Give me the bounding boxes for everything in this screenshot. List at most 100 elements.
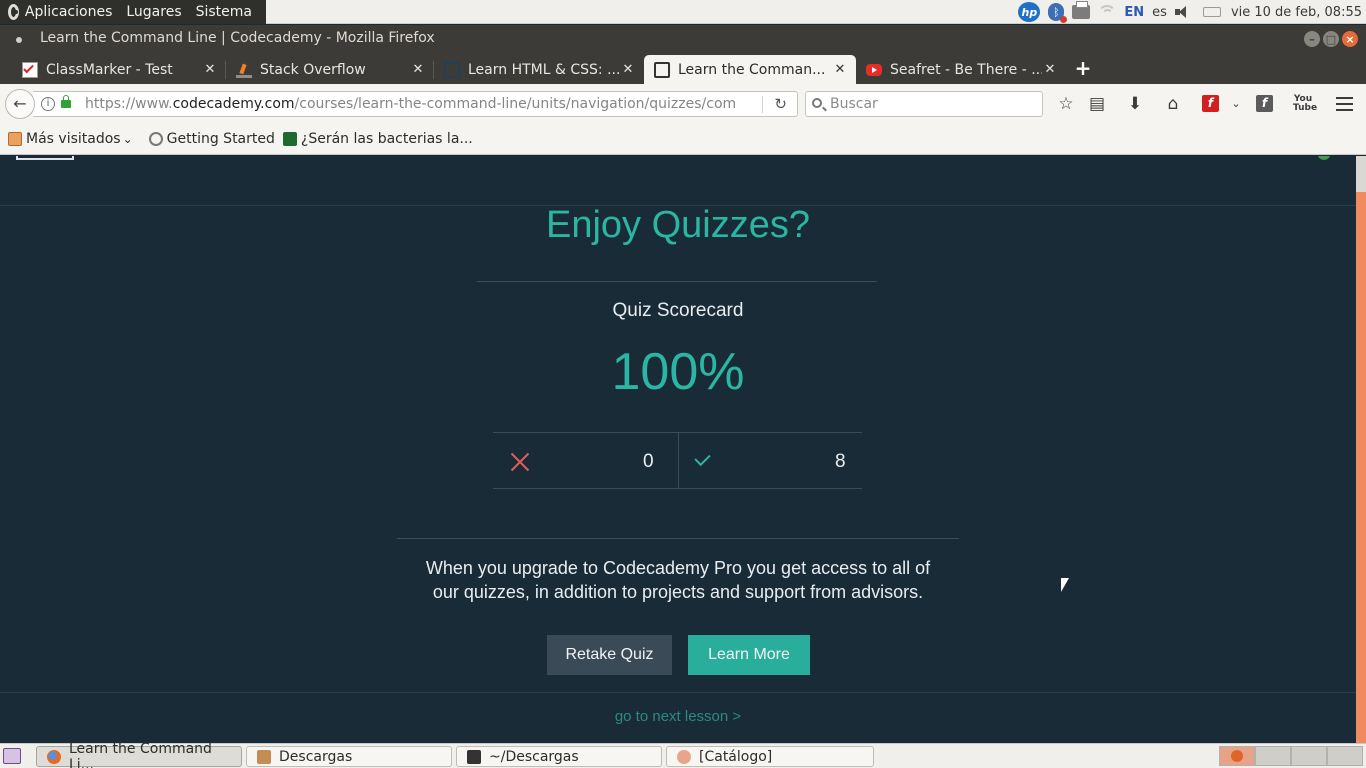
window-title: Learn the Command Line | Codecademy - Mo… — [40, 30, 435, 46]
next-lesson-link[interactable]: go to next lesson > — [0, 708, 1356, 725]
close-tab-icon[interactable]: ✕ — [1042, 62, 1058, 77]
hp-printer-tray-icon[interactable]: hp — [1018, 2, 1041, 22]
firefox-icon — [47, 749, 61, 764]
clock[interactable]: vie 10 de feb, 08:55 — [1231, 5, 1362, 20]
new-tab-button[interactable]: + — [1072, 57, 1094, 79]
chevron-down-icon: ⌄ — [122, 132, 133, 146]
right-count: 8 — [835, 451, 846, 472]
show-desktop-button[interactable] — [3, 748, 21, 764]
chevron-down-icon[interactable]: ⌄ — [1226, 94, 1246, 114]
window-menu-icon[interactable] — [16, 37, 22, 43]
taskbar-label: Learn the Command Li... — [68, 740, 212, 768]
url-separator — [762, 96, 763, 113]
search-icon — [812, 98, 822, 108]
wifi-icon[interactable] — [1098, 5, 1117, 19]
divider — [477, 281, 877, 282]
codecademy-logo[interactable] — [16, 156, 74, 160]
volume-icon[interactable] — [1174, 5, 1195, 19]
workspace-2[interactable] — [1255, 746, 1291, 766]
url-bar[interactable]: i https://www.codecademy.com/courses/lea… — [33, 91, 798, 117]
close-tab-icon[interactable]: ✕ — [620, 62, 636, 77]
youtube-icon — [866, 63, 882, 76]
tab-strip: ClassMarker - Test ✕ Stack Overflow ✕ Le… — [0, 53, 1366, 84]
workspace-3[interactable] — [1291, 746, 1327, 766]
page-scrollbar[interactable] — [1356, 156, 1366, 743]
minimize-button[interactable]: – — [1304, 31, 1320, 47]
bookmark-label: Getting Started — [166, 131, 275, 147]
menu-icon[interactable] — [1336, 97, 1353, 111]
upgrade-line: our quizzes, in addition to projects and… — [432, 582, 924, 602]
taskbar-item-descargas[interactable]: Descargas — [246, 746, 452, 767]
url-text[interactable]: https://www.codecademy.com/courses/learn… — [85, 96, 740, 112]
tab-label: ClassMarker - Test — [46, 61, 173, 78]
lock-icon[interactable] — [61, 95, 71, 108]
retake-quiz-button[interactable]: Retake Quiz — [547, 635, 672, 675]
workspace-1[interactable] — [1219, 746, 1255, 766]
bookmark-getting-started[interactable]: Getting Started — [148, 131, 275, 147]
language-indicator[interactable]: es — [1152, 5, 1167, 20]
globe-icon — [148, 132, 163, 146]
menu-lugares[interactable]: Lugares — [126, 4, 181, 20]
taskbar-item-catalogo[interactable]: [Catálogo] — [666, 746, 874, 767]
score-breakdown: 0 8 — [493, 432, 862, 489]
reading-list-icon[interactable]: ▤ — [1087, 94, 1107, 114]
mouse-cursor-icon — [1060, 577, 1070, 593]
download-icon[interactable]: ⬇ — [1125, 94, 1145, 114]
bluetooth-icon[interactable]: ᛒ — [1048, 3, 1068, 23]
page-content: Enjoy Quizzes? Quiz Scorecard 100% 0 8 W… — [0, 156, 1356, 743]
tab-label: Seafret - Be There - ... — [890, 61, 1042, 78]
terminal-icon — [467, 749, 481, 764]
workspace-4[interactable] — [1327, 746, 1363, 766]
home-icon[interactable]: ⌂ — [1163, 94, 1183, 114]
youtube-addon-icon[interactable]: You Tube — [1293, 94, 1317, 114]
battery-icon[interactable] — [1202, 7, 1221, 17]
taskbar-item-firefox[interactable]: Learn the Command Li... — [36, 741, 242, 768]
tab-classmarker[interactable]: ClassMarker - Test ✕ — [12, 55, 226, 84]
quiz-title: Enjoy Quizzes? — [545, 204, 810, 246]
user-avatar[interactable] — [1318, 156, 1330, 160]
close-tab-icon[interactable]: ✕ — [202, 62, 218, 77]
tab-stackoverflow[interactable]: Stack Overflow ✕ — [226, 55, 434, 84]
scrollbar-thumb[interactable] — [1356, 156, 1366, 192]
keyboard-layout-indicator[interactable]: EN — [1124, 5, 1144, 20]
back-button[interactable]: ← — [5, 89, 35, 119]
system-top-panel: Aplicaciones Lugares Sistema hp ᛒ EN es … — [0, 0, 1366, 24]
workspace-switcher — [1219, 746, 1363, 766]
close-tab-icon[interactable]: ✕ — [410, 62, 426, 77]
codecademy-icon — [654, 61, 670, 78]
taskbar-label: Descargas — [279, 748, 353, 765]
folder-icon — [257, 749, 271, 764]
reload-icon[interactable]: ↻ — [774, 95, 787, 113]
stackoverflow-icon — [236, 62, 252, 78]
flash-icon[interactable]: f — [1202, 95, 1219, 112]
tab-seafret-youtube[interactable]: Seafret - Be There - ... ✕ — [856, 55, 1066, 84]
tab-learn-command-line[interactable]: Learn the Comman... ✕ — [644, 55, 856, 84]
bookmark-star-icon[interactable]: ☆ — [1056, 94, 1076, 114]
taskbar: Learn the Command Li... Descargas ~/Desc… — [0, 741, 1366, 768]
close-window-button[interactable]: × — [1342, 31, 1358, 47]
close-tab-icon[interactable]: ✕ — [832, 62, 848, 77]
info-icon[interactable]: i — [41, 97, 55, 111]
tab-label: Stack Overflow — [260, 61, 366, 78]
tab-learn-html-css[interactable]: Learn HTML & CSS: ... ✕ — [434, 55, 644, 84]
score-percent: 100% — [611, 343, 745, 401]
taskbar-item-terminal[interactable]: ~/Descargas — [456, 746, 662, 767]
learn-more-button[interactable]: Learn More — [688, 635, 810, 675]
app-icon — [677, 749, 691, 764]
navigation-toolbar: i https://www.codecademy.com/courses/lea… — [0, 84, 1366, 124]
maximize-button[interactable]: □ — [1323, 31, 1339, 47]
printer-icon[interactable] — [1072, 1, 1091, 19]
wrong-count: 0 — [643, 451, 654, 472]
bookmark-bacterias[interactable]: ¿Serán las bacterias la... — [282, 131, 473, 147]
search-placeholder: Buscar — [830, 96, 878, 112]
tab-label: Learn HTML & CSS: ... — [468, 61, 620, 78]
search-input[interactable]: Buscar — [805, 91, 1043, 117]
window-titlebar: Learn the Command Line | Codecademy - Mo… — [0, 25, 1366, 53]
bookmark-label: Más visitados — [26, 131, 121, 147]
flash-disabled-icon[interactable]: f — [1256, 95, 1273, 112]
ubuntu-logo-icon[interactable] — [8, 4, 19, 20]
menu-aplicaciones[interactable]: Aplicaciones — [25, 4, 112, 20]
bookmark-mas-visitados[interactable]: Más visitados ⌄ — [8, 131, 133, 147]
menu-sistema[interactable]: Sistema — [196, 4, 252, 20]
upgrade-message: When you upgrade to Codecademy Pro you g… — [398, 556, 958, 604]
